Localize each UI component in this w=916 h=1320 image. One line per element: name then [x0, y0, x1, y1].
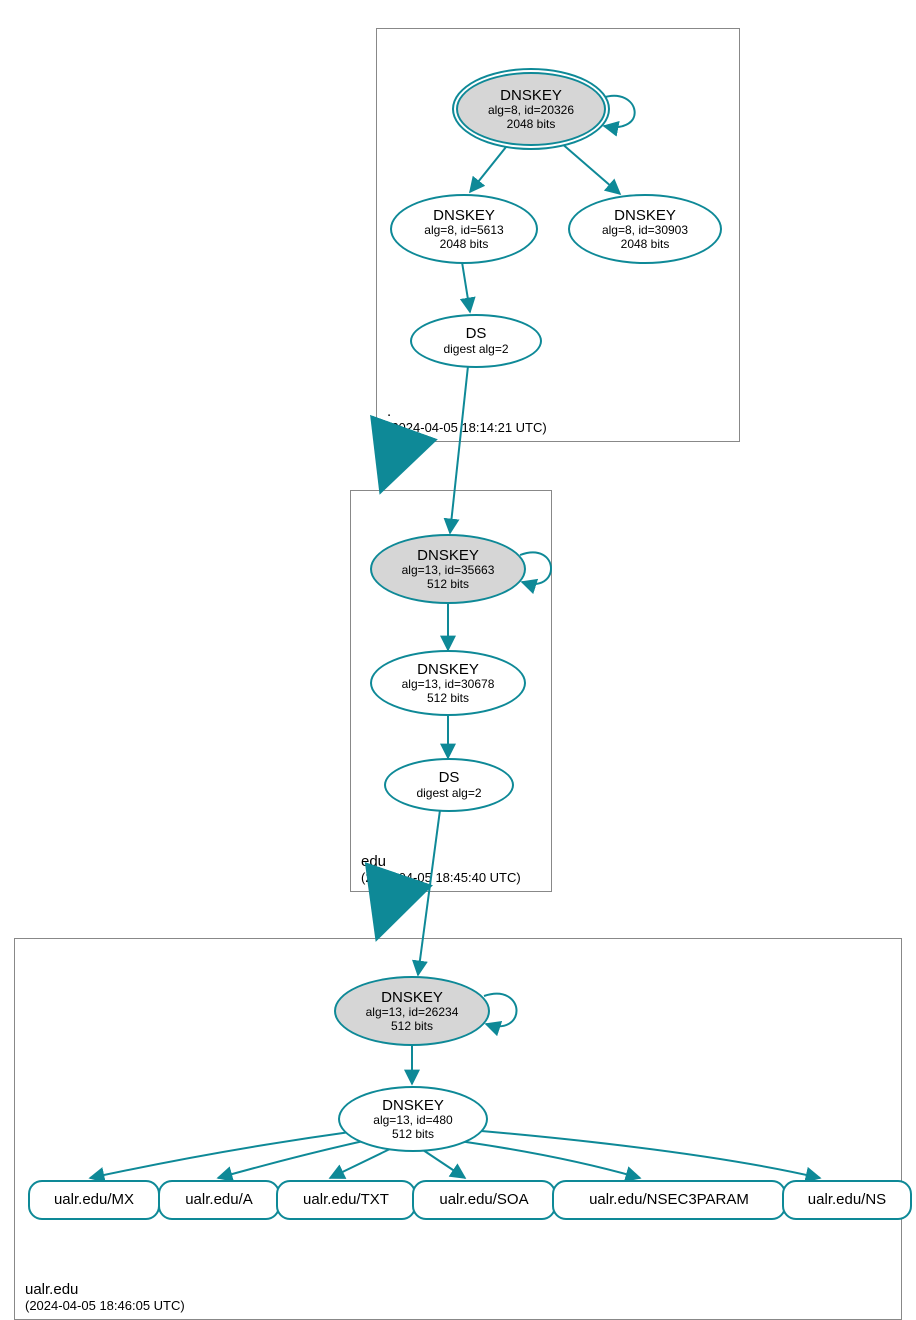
- node-sub: digest alg=2: [416, 787, 481, 801]
- node-sub: alg=8, id=30903: [602, 224, 688, 238]
- rr-ns: ualr.edu/NS: [782, 1180, 912, 1220]
- node-sub: 2048 bits: [440, 238, 489, 252]
- rr-mx: ualr.edu/MX: [28, 1180, 160, 1220]
- zone-ualr-label: ualr.edu (2024-04-05 18:46:05 UTC): [25, 1281, 185, 1313]
- root-ksk-node: DNSKEY alg=8, id=20326 2048 bits: [456, 72, 606, 146]
- zone-root-name: .: [387, 403, 547, 420]
- node-sub: alg=8, id=5613: [424, 224, 503, 238]
- edu-ds-node: DS digest alg=2: [384, 758, 514, 812]
- node-title: DNSKEY: [433, 207, 495, 224]
- rr-a: ualr.edu/A: [158, 1180, 280, 1220]
- node-title: DNSKEY: [381, 989, 443, 1006]
- edu-zsk-node: DNSKEY alg=13, id=30678 512 bits: [370, 650, 526, 716]
- node-sub: alg=13, id=35663: [402, 564, 495, 578]
- node-sub: digest alg=2: [443, 343, 508, 357]
- edu-ksk-node: DNSKEY alg=13, id=35663 512 bits: [370, 534, 526, 604]
- zone-edu-label: edu (2024-04-05 18:45:40 UTC): [361, 853, 521, 885]
- rr-soa: ualr.edu/SOA: [412, 1180, 556, 1220]
- node-title: DS: [466, 325, 487, 342]
- root-ds-node: DS digest alg=2: [410, 314, 542, 368]
- node-title: DNSKEY: [417, 547, 479, 564]
- root-dnskey2-node: DNSKEY alg=8, id=30903 2048 bits: [568, 194, 722, 264]
- node-sub: 512 bits: [392, 1128, 434, 1142]
- node-title: DS: [439, 769, 460, 786]
- rr-label: ualr.edu/MX: [54, 1191, 134, 1208]
- node-sub: 512 bits: [391, 1020, 433, 1034]
- node-sub: 2048 bits: [621, 238, 670, 252]
- rr-label: ualr.edu/NSEC3PARAM: [589, 1191, 749, 1208]
- zone-ualr-name: ualr.edu: [25, 1281, 185, 1298]
- node-title: DNSKEY: [614, 207, 676, 224]
- node-sub: alg=13, id=30678: [402, 678, 495, 692]
- rr-label: ualr.edu/SOA: [439, 1191, 528, 1208]
- node-sub: alg=8, id=20326: [488, 104, 574, 118]
- rr-label: ualr.edu/TXT: [303, 1191, 389, 1208]
- root-zsk-node: DNSKEY alg=8, id=5613 2048 bits: [390, 194, 538, 264]
- node-sub: 512 bits: [427, 692, 469, 706]
- rr-label: ualr.edu/NS: [808, 1191, 886, 1208]
- zone-edu-name: edu: [361, 853, 521, 870]
- zone-ualr-timestamp: (2024-04-05 18:46:05 UTC): [25, 1298, 185, 1313]
- node-title: DNSKEY: [500, 87, 562, 104]
- rr-txt: ualr.edu/TXT: [276, 1180, 416, 1220]
- zone-root-timestamp: (2024-04-05 18:14:21 UTC): [387, 420, 547, 435]
- rr-nsec3param: ualr.edu/NSEC3PARAM: [552, 1180, 786, 1220]
- node-title: DNSKEY: [417, 661, 479, 678]
- ualr-zsk-node: DNSKEY alg=13, id=480 512 bits: [338, 1086, 488, 1152]
- ualr-ksk-node: DNSKEY alg=13, id=26234 512 bits: [334, 976, 490, 1046]
- node-sub: alg=13, id=480: [373, 1114, 452, 1128]
- node-title: DNSKEY: [382, 1097, 444, 1114]
- node-sub: 2048 bits: [507, 118, 556, 132]
- node-sub: 512 bits: [427, 578, 469, 592]
- zone-root-label: . (2024-04-05 18:14:21 UTC): [387, 403, 547, 435]
- node-sub: alg=13, id=26234: [366, 1006, 459, 1020]
- zone-edu-timestamp: (2024-04-05 18:45:40 UTC): [361, 870, 521, 885]
- rr-label: ualr.edu/A: [185, 1191, 253, 1208]
